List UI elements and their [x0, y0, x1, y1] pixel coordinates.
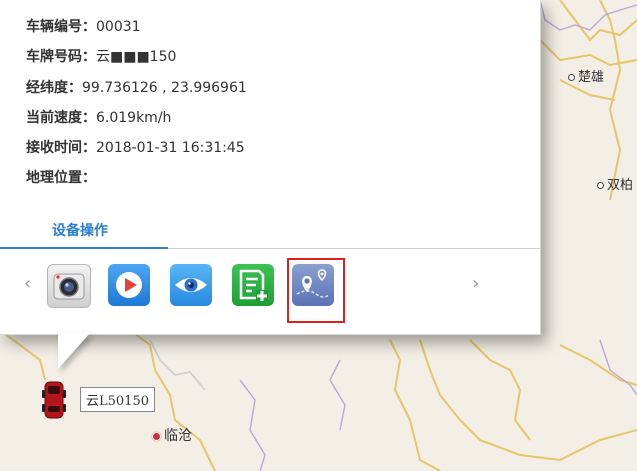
- plate-number-label: 车牌号码：: [26, 49, 96, 65]
- vehicle-number-label: 车辆编号：: [26, 19, 96, 35]
- track-button[interactable]: [292, 264, 334, 306]
- city-dot-icon: [568, 74, 575, 81]
- vehicle-icon: [42, 381, 66, 419]
- receive-time-label: 接收时间：: [26, 140, 96, 156]
- camera-button[interactable]: [47, 264, 91, 308]
- tools-next-button[interactable]: ›: [472, 274, 479, 294]
- coordinates-row: 经纬度：99.736126 , 23.996961: [26, 78, 247, 98]
- document-plus-icon: [239, 269, 268, 302]
- place-shuangbai: 双柏: [597, 174, 633, 193]
- plate-number-value: 云■■■150: [96, 49, 177, 65]
- vehicle-plate-label: 云L50150: [80, 387, 155, 412]
- play-icon: [116, 272, 142, 298]
- playback-button[interactable]: [108, 264, 150, 306]
- map-pin-icon: [296, 269, 330, 298]
- tab-device-operations[interactable]: 设备操作: [52, 220, 108, 240]
- city-dot-icon: [152, 431, 161, 441]
- vehicle-marker[interactable]: [40, 380, 68, 420]
- place-chuxiong: 楚雄: [568, 66, 604, 85]
- speed-value: 6.019km/h: [96, 110, 172, 126]
- tools-prev-button[interactable]: ‹: [24, 274, 31, 294]
- location-row: 地理位置：: [26, 168, 96, 188]
- place-lincang: 临沧: [152, 425, 192, 445]
- vehicle-number-value: 00031: [96, 19, 141, 35]
- tab-active-indicator: [0, 247, 168, 249]
- receive-time-value: 2018-01-31 16:31:45: [96, 140, 245, 156]
- speed-row: 当前速度：6.019km/h: [26, 108, 171, 128]
- vehicle-number-row: 车辆编号：00031: [26, 17, 141, 37]
- city-dot-icon: [597, 182, 604, 189]
- location-label: 地理位置：: [26, 170, 96, 186]
- monitor-button[interactable]: [170, 264, 212, 306]
- vehicle-info-popup: 车辆编号：00031 车牌号码：云■■■150 经纬度：99.736126 , …: [0, 0, 541, 335]
- speed-label: 当前速度：: [26, 110, 96, 126]
- popup-pointer: [58, 333, 90, 369]
- coordinates-value: 99.736126 , 23.996961: [82, 80, 247, 96]
- coordinates-label: 经纬度：: [26, 80, 82, 96]
- plate-number-row: 车牌号码：云■■■150: [26, 47, 176, 67]
- receive-time-row: 接收时间：2018-01-31 16:31:45: [26, 138, 245, 158]
- text-message-button[interactable]: [232, 264, 274, 306]
- camera-icon: [53, 273, 85, 300]
- eye-icon: [175, 278, 207, 292]
